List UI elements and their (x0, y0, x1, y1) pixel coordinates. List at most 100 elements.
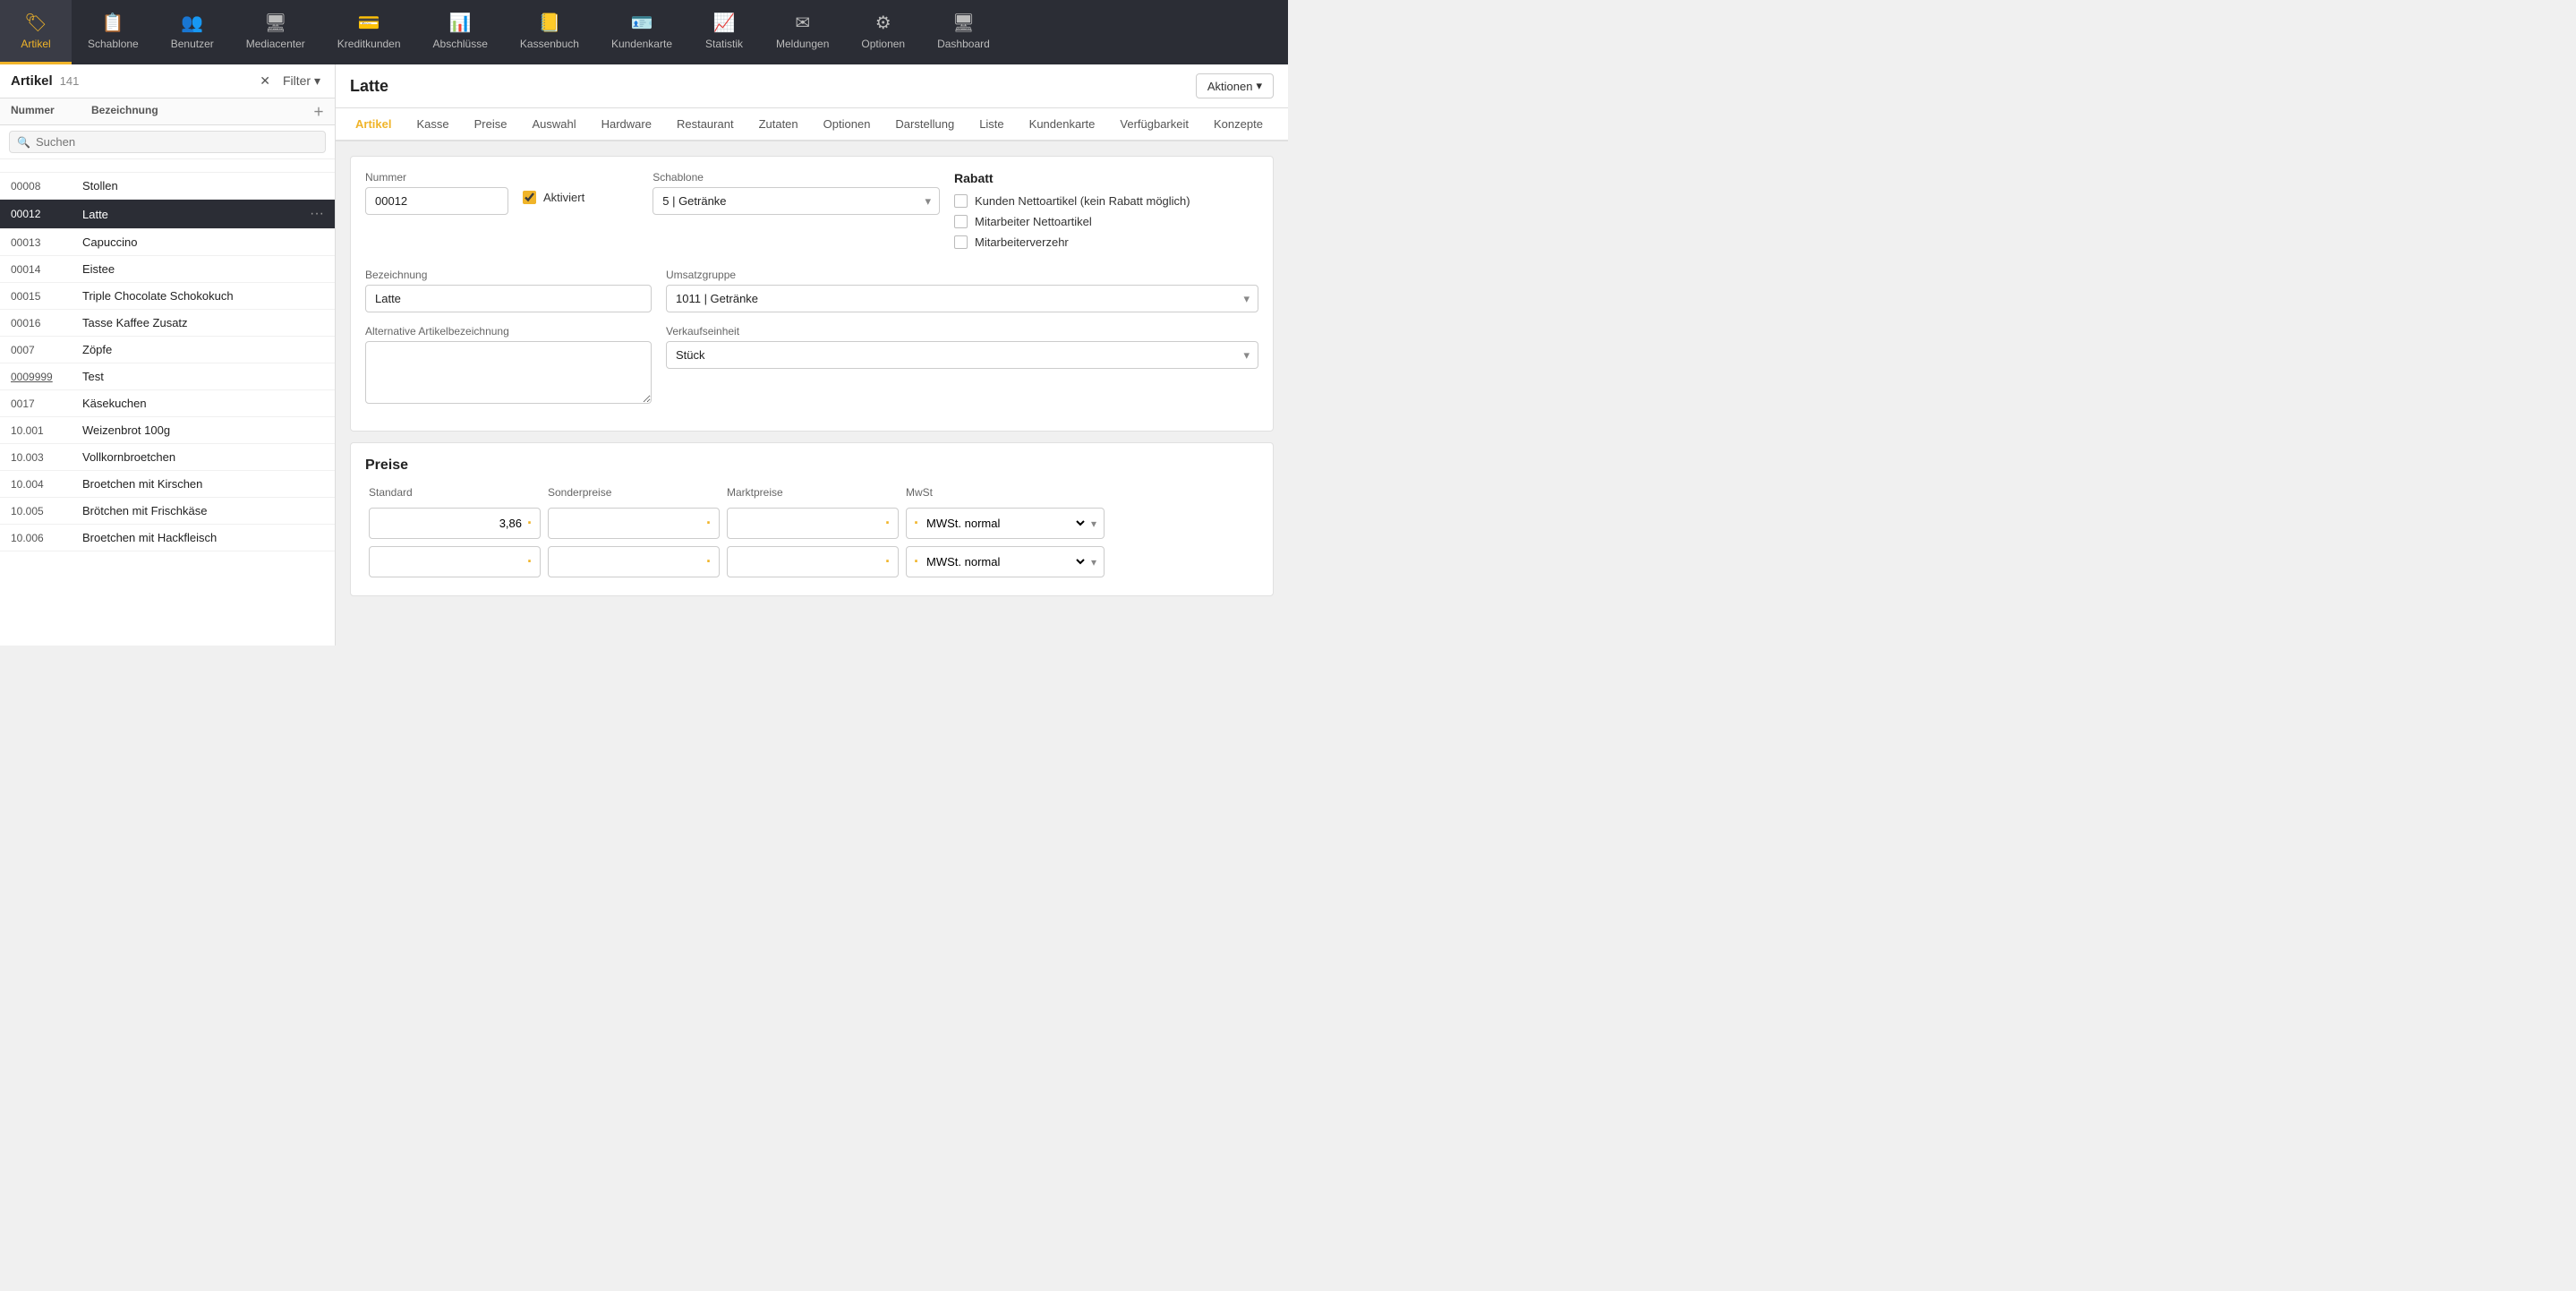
nav-item-benutzer[interactable]: 👥Benutzer (155, 0, 230, 64)
item-bezeichnung: Käsekuchen (82, 397, 324, 410)
list-item[interactable]: 00013Capuccino (0, 229, 335, 256)
mwst-select-2[interactable]: MWSt. normal (923, 554, 1088, 569)
tab-konzepte[interactable]: Konzepte (1201, 108, 1275, 141)
tab-artikel[interactable]: Artikel (343, 108, 404, 141)
price-input-markt-2[interactable] (735, 555, 880, 569)
column-headers: Nummer Bezeichnung ＋ (0, 98, 335, 125)
search-input[interactable] (36, 135, 318, 149)
list-item[interactable]: 00015Triple Chocolate Schokokuch (0, 283, 335, 310)
price-cell-markt-2: · (723, 543, 902, 581)
aktiviert-checkbox[interactable] (523, 191, 536, 204)
rabatt-check-2[interactable] (954, 215, 968, 228)
nav-item-kreditkunden[interactable]: 💳Kreditkunden (321, 0, 417, 64)
nav-item-statistik[interactable]: 📈Statistik (688, 0, 760, 64)
nav-item-artikel[interactable]: 🏷Artikel (0, 0, 72, 64)
sidebar-title: Artikel (11, 73, 53, 89)
nav-label-optionen: Optionen (861, 38, 905, 50)
content-header: Latte Aktionen ▾ (336, 64, 1288, 108)
tab-zutaten[interactable]: Zutaten (746, 108, 811, 141)
nav-icon-meldungen: ✉ (795, 12, 810, 34)
nav-label-kreditkunden: Kreditkunden (337, 38, 401, 50)
tab-preise[interactable]: Preise (462, 108, 520, 141)
price-dot-markt-1: · (885, 514, 891, 533)
list-item[interactable]: 0009999Test (0, 363, 335, 390)
list-item[interactable]: 0007Zöpfe (0, 337, 335, 363)
item-nummer: 0017 (11, 398, 82, 410)
price-input-sonder-2[interactable] (556, 555, 701, 569)
tab-restaurant[interactable]: Restaurant (664, 108, 746, 141)
nav-item-meldungen[interactable]: ✉Meldungen (760, 0, 845, 64)
preise-col-markt: Marktpreise (723, 486, 902, 504)
price-input-wrapper-standard-1: · (369, 508, 541, 539)
list-item[interactable]: 10.003Vollkornbroetchen (0, 444, 335, 471)
price-input-markt-1[interactable] (735, 517, 880, 530)
list-item[interactable]: 10.001Weizenbrot 100g (0, 417, 335, 444)
nav-item-kassenbuch[interactable]: 📒Kassenbuch (504, 0, 595, 64)
nav-icon-statistik: 📈 (713, 12, 736, 34)
list-item[interactable]: 00008Stollen (0, 173, 335, 200)
price-cell-standard-1: · (365, 504, 544, 543)
rabatt-check-3[interactable] (954, 235, 968, 249)
tab-auswahl[interactable]: Auswahl (519, 108, 588, 141)
list-item[interactable]: 10.005Brötchen mit Frischkäse (0, 498, 335, 525)
tab-optionen[interactable]: Optionen (811, 108, 883, 141)
list-item[interactable]: 10.004Broetchen mit Kirschen (0, 471, 335, 498)
nav-item-dashboard[interactable]: 🖥Dashboard (921, 0, 1006, 64)
list-item[interactable] (0, 159, 335, 173)
list-item[interactable]: 10.006Broetchen mit Hackfleisch (0, 525, 335, 551)
col-nummer-header: Nummer (11, 104, 91, 119)
price-cell-sonder-2: · (544, 543, 723, 581)
alt-bezeichnung-group: Alternative Artikelbezeichnung (365, 325, 652, 404)
filter-button[interactable]: Filter ▾ (279, 72, 324, 90)
schablone-select[interactable]: 5 | Getränke (653, 187, 940, 215)
price-cell-markt-1: · (723, 504, 902, 543)
nav-item-optionen[interactable]: ⚙Optionen (845, 0, 921, 64)
clear-button[interactable]: ✕ (256, 72, 274, 90)
umsatzgruppe-label: Umsatzgruppe (666, 269, 1258, 281)
sidebar-header: Artikel 141 ✕ Filter ▾ (0, 64, 335, 98)
price-input-standard-1[interactable] (377, 517, 522, 530)
item-bezeichnung: Triple Chocolate Schokokuch (82, 289, 324, 303)
alt-bezeichnung-textarea[interactable] (365, 341, 652, 404)
price-cell-sonder-1: · (544, 504, 723, 543)
col-bezeichnung-header: Bezeichnung (91, 104, 313, 119)
price-input-standard-2[interactable] (377, 555, 522, 569)
mwst-wrapper-2: · MWSt. normal ▾ (906, 546, 1105, 577)
tab-liste[interactable]: Liste (967, 108, 1016, 141)
nav-item-abschluesse[interactable]: 📊Abschlüsse (417, 0, 504, 64)
rabatt-item-2: Mitarbeiter Nettoartikel (954, 215, 1258, 228)
bezeichnung-input[interactable] (365, 285, 652, 312)
nav-item-mediacenter[interactable]: 🖥Mediacenter (230, 0, 321, 64)
price-cell-mwst-1: · MWSt. normal ▾ (902, 504, 1108, 543)
price-input-wrapper-markt-2: · (727, 546, 899, 577)
aktionen-button[interactable]: Aktionen ▾ (1196, 73, 1274, 98)
nav-item-kundenkarte[interactable]: 🪪Kundenkarte (595, 0, 688, 64)
tab-kundenkarte[interactable]: Kundenkarte (1017, 108, 1108, 141)
price-input-sonder-1[interactable] (556, 517, 701, 530)
tab-selfcheckout[interactable]: SelfCheckout (1275, 108, 1288, 141)
verkaufseinheit-select[interactable]: Stück (666, 341, 1258, 369)
add-item-button[interactable]: ＋ (313, 104, 324, 119)
nummer-label: Nummer (365, 171, 508, 184)
list-area: 00008Stollen00012Latte···00013Capuccino0… (0, 159, 335, 646)
rabatt-check-1[interactable] (954, 194, 968, 208)
nummer-input[interactable] (365, 187, 508, 215)
tab-kasse[interactable]: Kasse (404, 108, 461, 141)
mwst-wrapper-1: · MWSt. normal ▾ (906, 508, 1105, 539)
tab-darstellung[interactable]: Darstellung (883, 108, 967, 141)
nav-label-dashboard: Dashboard (937, 38, 990, 50)
tab-hardware[interactable]: Hardware (589, 108, 664, 141)
umsatzgruppe-select[interactable]: 1011 | Getränke (666, 285, 1258, 312)
nav-item-schablone[interactable]: 📋Schablone (72, 0, 155, 64)
preise-col-standard: Standard (365, 486, 544, 504)
tab-verfuegbarkeit[interactable]: Verfügbarkeit (1107, 108, 1201, 141)
nav-label-schablone: Schablone (88, 38, 139, 50)
list-item[interactable]: 0017Käsekuchen (0, 390, 335, 417)
list-item[interactable]: 00012Latte··· (0, 200, 335, 229)
list-item[interactable]: 00014Eistee (0, 256, 335, 283)
item-menu-icon[interactable]: ··· (310, 206, 324, 222)
list-item[interactable]: 00016Tasse Kaffee Zusatz (0, 310, 335, 337)
mwst-arrow-1: ▾ (1091, 517, 1096, 530)
mwst-select-1[interactable]: MWSt. normal (923, 516, 1088, 531)
preise-section-title: Preise (365, 457, 1258, 474)
